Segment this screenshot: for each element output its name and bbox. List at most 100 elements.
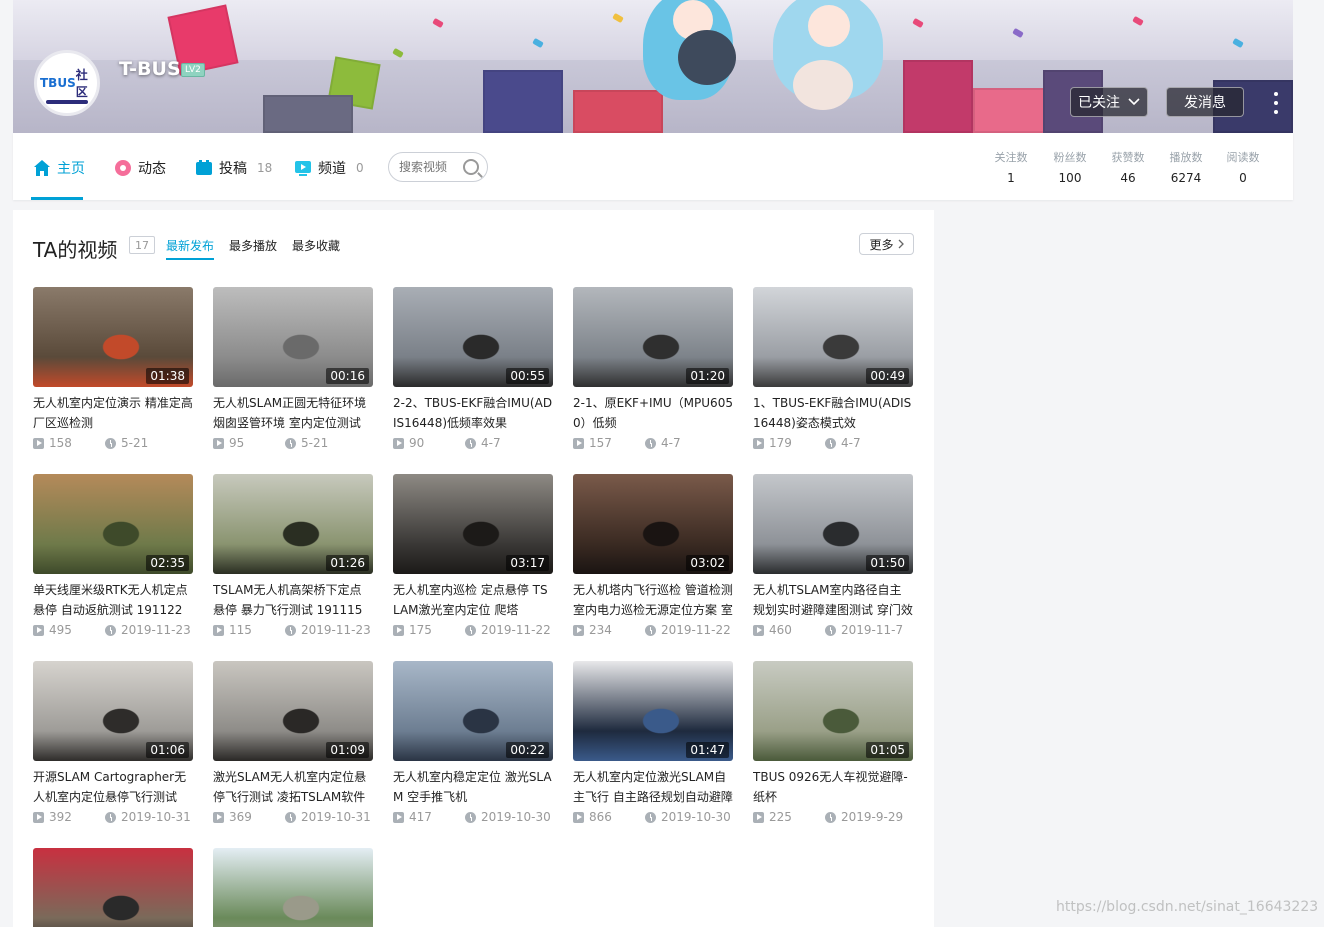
video-card[interactable]	[213, 848, 373, 927]
video-thumbnail[interactable]	[213, 848, 373, 927]
video-title[interactable]: 开源SLAM Cartographer无人机室内定位悬停飞行测试	[33, 767, 193, 807]
play-count-icon	[33, 437, 44, 449]
video-thumbnail[interactable]: 01:06	[33, 661, 193, 761]
tab-home-label: 主页	[57, 161, 85, 177]
video-thumbnail[interactable]	[33, 848, 193, 927]
video-meta: 158 5-21	[33, 434, 193, 452]
video-card[interactable]: 00:16 无人机SLAM正圆无特征环境 烟囱竖管环境 室内定位测试 95 5-…	[213, 287, 373, 452]
video-title[interactable]: 单天线厘米级RTK无人机定点悬停 自动返航测试 191122	[33, 580, 193, 620]
video-thumbnail[interactable]: 00:49	[753, 287, 913, 387]
video-card[interactable]: 03:17 无人机室内巡检 定点悬停 TSLAM激光室内定位 爬塔 175 20…	[393, 474, 553, 639]
tab-most-played[interactable]: 最多播放	[229, 237, 277, 254]
video-thumbnail[interactable]: 03:17	[393, 474, 553, 574]
send-message-button[interactable]: 发消息	[1166, 87, 1244, 117]
video-plays: 234	[573, 623, 645, 637]
video-thumbnail[interactable]: 01:26	[213, 474, 373, 574]
video-date: 2019-10-30	[645, 810, 731, 824]
clock-icon	[285, 437, 296, 449]
chevron-down-icon	[1128, 98, 1140, 106]
video-card[interactable]: 00:49 1、TBUS-EKF融合IMU(ADIS16448)姿态模式效 17…	[753, 287, 913, 452]
video-duration: 01:05	[866, 742, 909, 758]
video-meta: 234 2019-11-22	[573, 621, 733, 639]
video-duration: 00:49	[866, 368, 909, 384]
video-thumbnail[interactable]: 01:50	[753, 474, 913, 574]
clock-icon	[825, 624, 836, 636]
video-thumbnail[interactable]: 01:47	[573, 661, 733, 761]
video-thumbnail[interactable]: 00:16	[213, 287, 373, 387]
tab-uploads[interactable]: 投稿 18	[195, 157, 272, 179]
play-count: 157	[589, 436, 612, 450]
video-date: 5-21	[285, 436, 328, 450]
tab-home[interactable]: 主页	[33, 157, 85, 179]
play-count: 460	[769, 623, 792, 637]
clock-icon	[105, 624, 116, 636]
video-title[interactable]: 无人机室内巡检 定点悬停 TSLAM激光室内定位 爬塔	[393, 580, 553, 620]
video-thumbnail[interactable]: 02:35	[33, 474, 193, 574]
video-plays: 369	[213, 810, 285, 824]
video-card[interactable]: 01:09 激光SLAM无人机室内定位悬停飞行测试 凌拓TSLAM软件 369 …	[213, 661, 373, 826]
video-card[interactable]: 00:55 2-2、TBUS-EKF融合IMU(ADIS16448)低频率效果 …	[393, 287, 553, 452]
video-title[interactable]: 2-1、原EKF+IMU（MPU6050）低频	[573, 393, 733, 433]
video-plays: 95	[213, 436, 285, 450]
video-title[interactable]: 无人机SLAM正圆无特征环境 烟囱竖管环境 室内定位测试	[213, 393, 373, 433]
video-date: 2019-11-7	[825, 623, 903, 637]
tab-dynamic[interactable]: 动态	[114, 157, 166, 179]
video-duration: 00:16	[326, 368, 369, 384]
tab-channels[interactable]: 频道 0	[294, 157, 364, 179]
video-title[interactable]: 无人机TSLAM室内路径自主规划实时避障建图测试 穿门效	[753, 580, 913, 620]
video-card[interactable]: 01:05 TBUS 0926无人车视觉避障-纸杯 225 2019-9-29	[753, 661, 913, 826]
video-thumbnail[interactable]: 01:09	[213, 661, 373, 761]
video-title[interactable]: TSLAM无人机高架桥下定点悬停 暴力飞行测试 191115	[213, 580, 373, 620]
tab-most-favorited[interactable]: 最多收藏	[292, 237, 340, 254]
profile-nav: 主页 动态 投稿 18 频道 0 关注数 1 粉丝数 100 获赞数 46 播放…	[13, 133, 1293, 200]
video-card[interactable]: 01:38 无人机室内定位演示 精准定高 厂区巡检测 158 5-21	[33, 287, 193, 452]
video-title[interactable]: 1、TBUS-EKF融合IMU(ADIS16448)姿态模式效	[753, 393, 913, 433]
video-card[interactable]	[33, 848, 193, 927]
video-title[interactable]: 无人机塔内飞行巡检 管道检测 室内电力巡检无源定位方案 室	[573, 580, 733, 620]
video-title[interactable]: 无人机室内定位演示 精准定高 厂区巡检测	[33, 393, 193, 433]
search-input[interactable]	[399, 160, 463, 174]
more-options-icon[interactable]	[1273, 92, 1279, 114]
video-thumbnail[interactable]: 03:02	[573, 474, 733, 574]
video-thumbnail[interactable]: 01:05	[753, 661, 913, 761]
tab-latest[interactable]: 最新发布	[166, 237, 214, 254]
play-count-icon	[213, 437, 224, 449]
video-card[interactable]: 01:20 2-1、原EKF+IMU（MPU6050）低频 157 4-7	[573, 287, 733, 452]
video-thumbnail[interactable]: 01:38	[33, 287, 193, 387]
video-thumbnail[interactable]: 01:20	[573, 287, 733, 387]
video-title[interactable]: 2-2、TBUS-EKF融合IMU(ADIS16448)低频率效果	[393, 393, 553, 433]
video-card[interactable]: 02:35 单天线厘米级RTK无人机定点悬停 自动返航测试 191122 495…	[33, 474, 193, 639]
video-card[interactable]: 03:02 无人机塔内飞行巡检 管道检测 室内电力巡检无源定位方案 室 234 …	[573, 474, 733, 639]
avatar[interactable]: TBUS 社区	[34, 50, 100, 116]
play-count-icon	[753, 437, 764, 449]
video-title[interactable]: 无人机室内定位激光SLAM自主飞行 自主路径规划自动避障	[573, 767, 733, 807]
video-search[interactable]	[388, 152, 488, 182]
video-thumbnail[interactable]: 00:22	[393, 661, 553, 761]
upload-date: 5-21	[121, 436, 149, 450]
clock-icon	[645, 624, 656, 636]
search-icon[interactable]	[463, 159, 479, 175]
stat-label: 播放数	[1169, 151, 1203, 164]
play-count: 175	[409, 623, 432, 637]
follow-button[interactable]: 已关注	[1070, 87, 1148, 117]
video-card[interactable]: 01:26 TSLAM无人机高架桥下定点悬停 暴力飞行测试 191115 115…	[213, 474, 373, 639]
video-meta: 225 2019-9-29	[753, 808, 913, 826]
video-card[interactable]: 01:50 无人机TSLAM室内路径自主规划实时避障建图测试 穿门效 460 2…	[753, 474, 913, 639]
play-count: 95	[229, 436, 245, 450]
video-title[interactable]: 无人机室内稳定定位 激光SLAM 空手推飞机	[393, 767, 553, 807]
stat-followers[interactable]: 粉丝数 100	[1045, 149, 1095, 185]
video-thumbnail[interactable]: 00:55	[393, 287, 553, 387]
clock-icon	[105, 811, 116, 823]
play-count: 179	[769, 436, 792, 450]
video-card[interactable]: 01:47 无人机室内定位激光SLAM自主飞行 自主路径规划自动避障 866 2…	[573, 661, 733, 826]
more-videos-button[interactable]: 更多	[859, 233, 914, 255]
video-plays: 495	[33, 623, 105, 637]
video-title[interactable]: TBUS 0926无人车视觉避障-纸杯	[753, 767, 913, 807]
home-icon	[34, 160, 50, 176]
video-title[interactable]: 激光SLAM无人机室内定位悬停飞行测试 凌拓TSLAM软件	[213, 767, 373, 807]
clock-icon	[465, 437, 476, 449]
video-date: 2019-11-23	[105, 623, 191, 637]
stat-following[interactable]: 关注数 1	[986, 149, 1036, 185]
video-card[interactable]: 00:22 无人机室内稳定定位 激光SLAM 空手推飞机 417 2019-10…	[393, 661, 553, 826]
video-card[interactable]: 01:06 开源SLAM Cartographer无人机室内定位悬停飞行测试 3…	[33, 661, 193, 826]
